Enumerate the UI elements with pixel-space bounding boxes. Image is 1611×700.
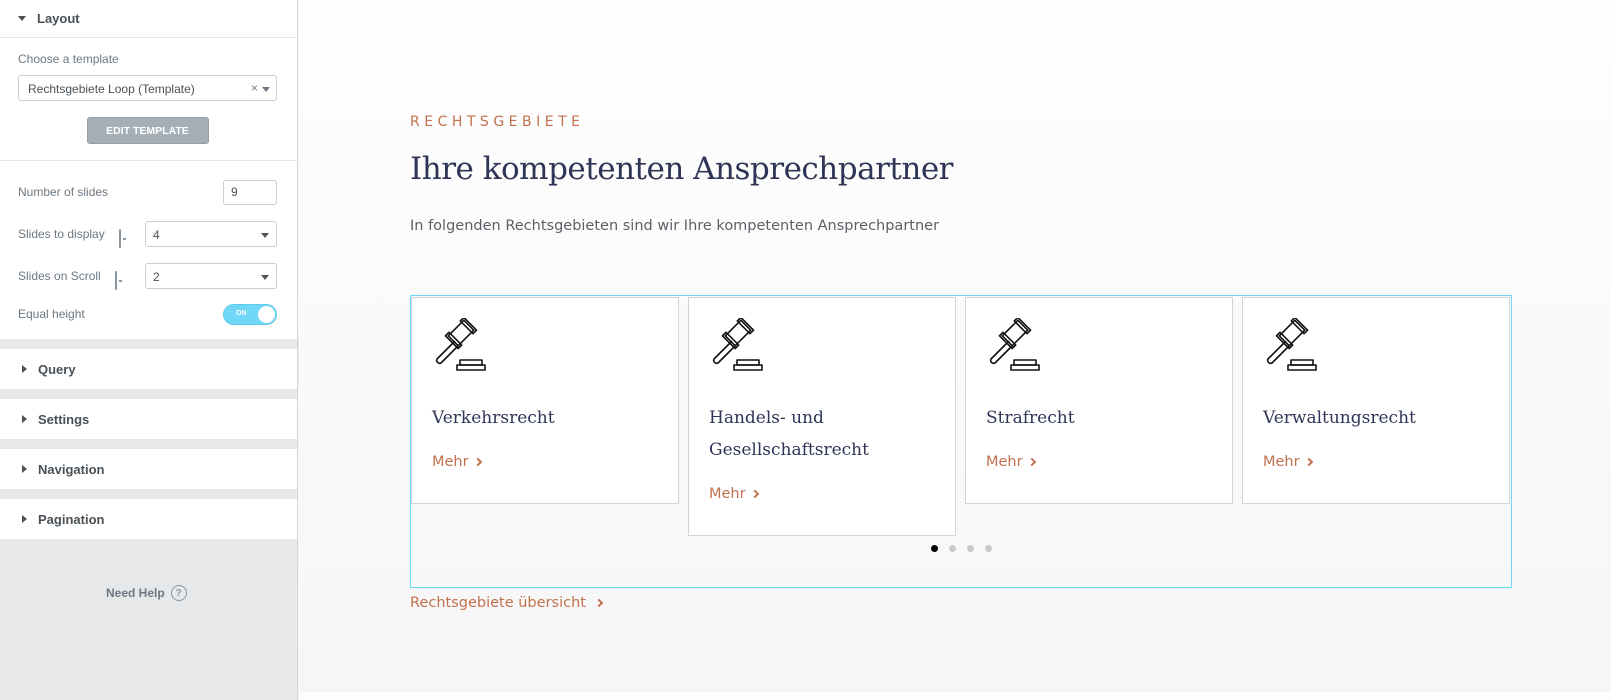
template-select[interactable]: Rechtsgebiete Loop (Template) × [18,75,277,101]
toggle-state-text: ON [236,309,247,317]
gavel-icon [435,318,486,371]
number-of-slides-row: Number of slides [18,171,277,213]
settings-section-header[interactable]: Settings [0,399,297,439]
card-more-link[interactable]: Mehr [1263,454,1313,470]
chevron-right-icon [1304,457,1313,467]
number-of-slides-label: Number of slides [18,185,109,199]
carousel-card[interactable]: Strafrecht Mehr [965,297,1233,504]
layout-section-title: Layout [37,11,80,26]
query-section-header[interactable]: Query [0,349,297,389]
clear-icon[interactable]: × [251,81,258,95]
number-of-slides-input[interactable] [223,179,277,205]
pagination-section-title: Pagination [38,511,105,527]
card-more-label: Mehr [986,454,1023,470]
pagination-dot-1[interactable] [931,545,938,552]
card-more-link[interactable]: Mehr [709,486,759,502]
card-title: Handels- und Gesellschaftsrecht [709,408,869,460]
caret-right-icon [22,515,27,523]
toggle-knob [258,305,275,323]
settings-section-title: Settings [38,411,90,427]
chevron-right-icon [750,489,759,499]
chevron-right-icon [594,598,604,608]
equal-height-label: Equal height [18,307,85,321]
need-help-link[interactable]: Need Help ? [106,585,187,601]
template-label: Choose a template [18,52,119,66]
chevron-down-icon [261,275,269,280]
slides-on-scroll-row: Slides on Scroll 2 [18,255,277,297]
card-more-label: Mehr [432,454,469,470]
query-section-title: Query [38,361,76,377]
carousel-pagination [931,545,1003,552]
desktop-icon[interactable] [118,228,130,248]
card-more-link[interactable]: Mehr [986,454,1036,470]
card-title: Verkehrsrecht [432,408,555,428]
desktop-icon[interactable] [114,270,126,290]
slides-on-scroll-value: 2 [153,270,160,284]
chevron-right-icon [1027,457,1036,467]
equal-height-toggle[interactable]: ON [223,303,277,325]
overview-link-label: Rechtsgebiete übersicht [410,595,586,611]
help-circle-icon: ? [170,585,187,601]
slides-on-scroll-label: Slides on Scroll [18,269,101,283]
chevron-down-icon [261,233,269,238]
carousel-card[interactable]: Handels- und Gesellschaftsrecht Mehr [688,297,956,536]
navigation-section-title: Navigation [38,461,105,477]
carousel-card[interactable]: Verwaltungsrecht Mehr [1242,297,1510,504]
chevron-right-icon [473,457,482,467]
page-subtitle: In folgenden Rechtsgebieten sind wir Ihr… [410,218,940,234]
editor-sidebar: Layout Choose a template Rechtsgebiete L… [0,0,298,700]
preview-area: RECHTSGEBIETE Ihre kompetenten Ansprechp… [299,0,1611,700]
slides-to-display-value: 4 [153,228,160,242]
edit-template-button[interactable]: Edit Template [86,117,209,144]
loop-carousel[interactable]: Verkehrsrecht Mehr Handels- und Gesellsc… [410,295,1512,588]
pagination-dot-4[interactable] [985,545,992,552]
template-select-value: Rechtsgebiete Loop (Template) [28,82,195,96]
caret-right-icon [22,365,27,373]
pagination-section-header[interactable]: Pagination [0,499,297,539]
layout-section-header[interactable]: Layout [0,0,297,38]
card-title: Verwaltungsrecht [1263,408,1416,428]
pagination-dot-3[interactable] [967,545,974,552]
gavel-icon [1266,318,1317,371]
card-more-label: Mehr [1263,454,1300,470]
navigation-section-header[interactable]: Navigation [0,449,297,489]
slides-to-display-row: Slides to display 4 [18,213,277,255]
carousel-card[interactable]: Verkehrsrecht Mehr [411,297,679,504]
slider-controls: Number of slides Slides to display 4 Sli… [0,161,297,339]
slides-on-scroll-select[interactable]: 2 [145,263,277,289]
section-kicker: RECHTSGEBIETE [410,114,585,130]
card-more-label: Mehr [709,486,746,502]
slides-to-display-select[interactable]: 4 [145,221,277,247]
caret-right-icon [22,415,27,423]
gavel-icon [989,318,1040,371]
card-more-link[interactable]: Mehr [432,454,482,470]
slides-to-display-label: Slides to display [18,227,105,241]
gavel-icon [712,318,763,371]
need-help-label: Need Help [106,586,165,600]
caret-down-icon [18,16,26,21]
caret-right-icon [22,465,27,473]
equal-height-row: Equal height ON [18,297,277,331]
card-title: Strafrecht [986,408,1075,428]
template-control: Choose a template Rechtsgebiete Loop (Te… [0,38,297,161]
page-title: Ihre kompetenten Ansprechpartner [410,151,953,187]
pagination-dot-2[interactable] [949,545,956,552]
chevron-down-icon [262,87,270,92]
overview-link[interactable]: Rechtsgebiete übersicht [410,595,604,611]
page-canvas: RECHTSGEBIETE Ihre kompetenten Ansprechp… [299,0,1611,692]
layout-section: Layout Choose a template Rechtsgebiete L… [0,0,297,339]
